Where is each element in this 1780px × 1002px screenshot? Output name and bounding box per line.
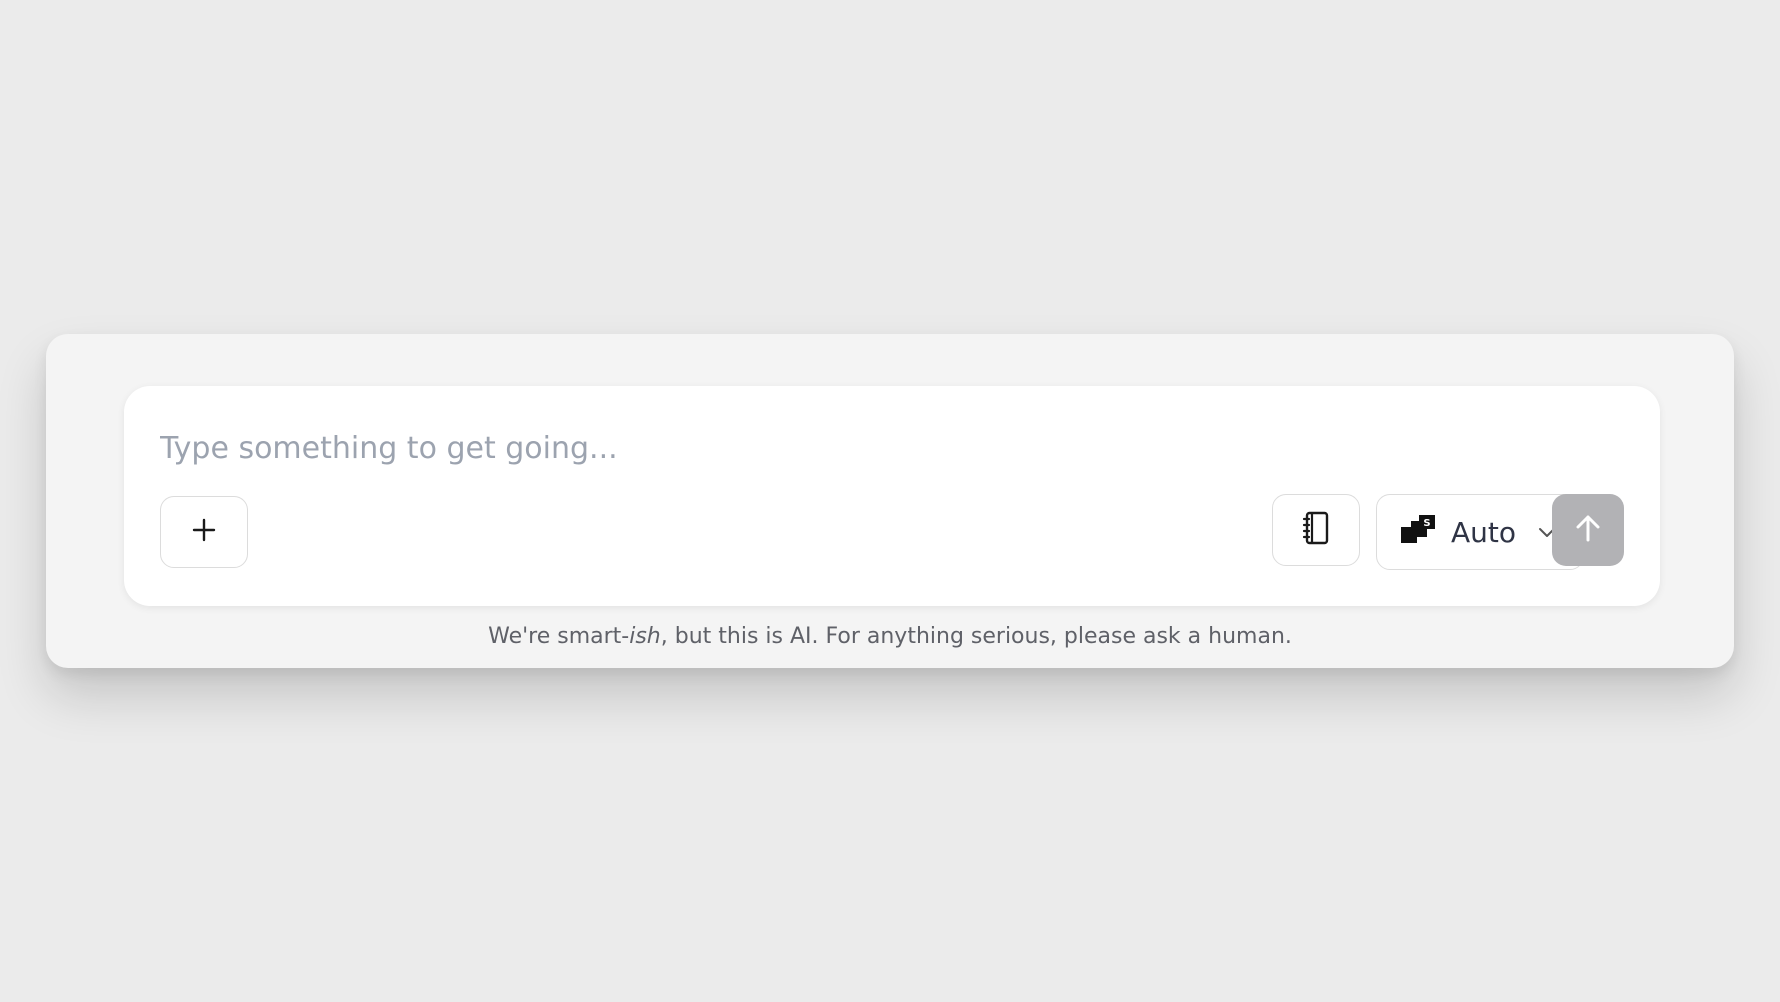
disclaimer-emphasis: ish [629, 624, 661, 649]
notebook-button[interactable] [1272, 494, 1360, 566]
message-input[interactable] [160, 426, 1580, 470]
attach-button[interactable] [160, 496, 248, 568]
model-label: Auto [1451, 515, 1517, 549]
arrow-up-icon [1573, 512, 1603, 548]
svg-text:S: S [1423, 518, 1430, 529]
disclaimer-prefix: We're smart- [488, 624, 630, 649]
message-composer: S Auto [124, 386, 1660, 606]
send-button[interactable] [1552, 494, 1624, 566]
notebook-icon [1301, 511, 1331, 549]
chat-input-panel: S Auto We're smart-ish, but this is AI. … [46, 334, 1734, 668]
disclaimer-suffix: , but this is AI. For anything serious, … [660, 624, 1292, 649]
ai-disclaimer: We're smart-ish, but this is AI. For any… [46, 624, 1734, 649]
model-logo-icon: S [1401, 515, 1435, 549]
plus-icon [191, 517, 217, 547]
